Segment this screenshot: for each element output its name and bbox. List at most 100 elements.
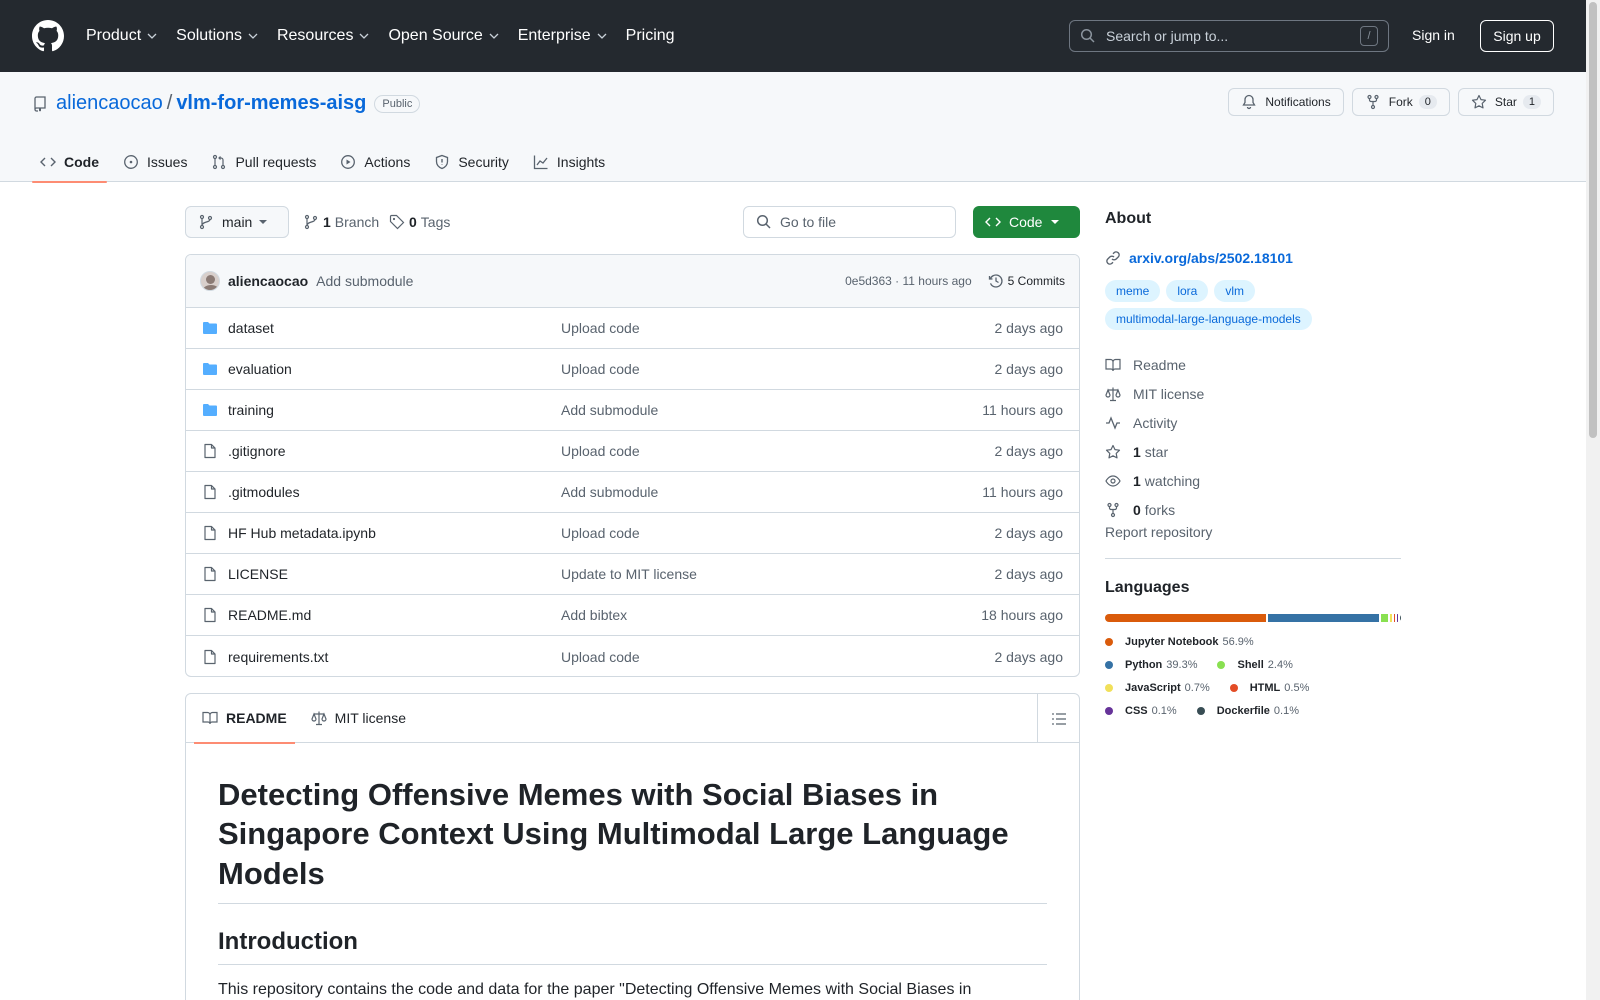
stars-link[interactable]: 1 star xyxy=(1105,437,1401,466)
file-row[interactable]: LICENSE Update to MIT license 2 days ago xyxy=(186,554,1079,595)
file-name-link[interactable]: HF Hub metadata.ipynb xyxy=(228,525,561,541)
license-link[interactable]: MIT license xyxy=(1105,379,1401,408)
go-to-file-input[interactable]: Go to file xyxy=(743,206,956,238)
github-logo-icon[interactable] xyxy=(32,20,64,52)
nav-product[interactable]: Product xyxy=(86,27,158,45)
file-name-link[interactable]: dataset xyxy=(228,320,561,336)
code-dropdown-button[interactable]: Code xyxy=(973,206,1080,238)
fork-button[interactable]: Fork 0 xyxy=(1351,88,1450,116)
activity-link[interactable]: Activity xyxy=(1105,408,1401,437)
scrollbar-thumb[interactable] xyxy=(1589,2,1597,438)
tab-security[interactable]: Security xyxy=(426,142,517,182)
nav-enterprise[interactable]: Enterprise xyxy=(518,27,608,45)
topic-tag[interactable]: vlm xyxy=(1214,280,1256,302)
law-icon xyxy=(1105,387,1121,401)
nav-pricing[interactable]: Pricing xyxy=(626,27,675,45)
sign-in-link[interactable]: Sign in xyxy=(1412,27,1455,43)
tab-actions[interactable]: Actions xyxy=(332,142,418,182)
code-button-label: Code xyxy=(1009,214,1043,230)
nav-resources[interactable]: Resources xyxy=(277,27,370,45)
nav-open-source[interactable]: Open Source xyxy=(388,27,499,45)
readme-link[interactable]: Readme xyxy=(1105,350,1401,379)
file-commit-time: 2 days ago xyxy=(994,648,1064,665)
watchers-link[interactable]: 1 watching xyxy=(1105,466,1401,495)
commit-author-link[interactable]: aliencaocao xyxy=(228,273,308,289)
homepage-link[interactable]: arxiv.org/abs/2502.18101 xyxy=(1105,250,1401,266)
tab-insights[interactable]: Insights xyxy=(525,142,613,182)
language-name: HTML xyxy=(1249,681,1281,694)
shield-icon xyxy=(436,154,449,170)
language-item[interactable]: Jupyter Notebook 56.9% xyxy=(1105,630,1385,653)
page-scrollbar[interactable] xyxy=(1586,0,1600,1000)
file-row[interactable]: evaluation Upload code 2 days ago xyxy=(186,349,1079,390)
forks-link[interactable]: 0 forks xyxy=(1105,495,1401,524)
topic-tag[interactable]: meme xyxy=(1105,280,1161,302)
file-icon xyxy=(202,525,218,541)
commits-history-link[interactable]: 5 Commits xyxy=(988,273,1065,289)
topic-tag[interactable]: lora xyxy=(1166,280,1209,302)
repo-owner-link[interactable]: aliencaocao xyxy=(56,92,163,115)
tab-issues[interactable]: Issues xyxy=(115,142,195,182)
file-name-link[interactable]: requirements.txt xyxy=(228,649,561,665)
branch-selector[interactable]: main xyxy=(185,206,289,238)
commit-hash-time[interactable]: 0e5d363 · 11 hours ago xyxy=(845,274,972,288)
file-name-link[interactable]: evaluation xyxy=(228,361,561,377)
file-row[interactable]: README.md Add bibtex 18 hours ago xyxy=(186,595,1079,636)
topic-tag[interactable]: multimodal-large-language-models xyxy=(1105,308,1312,330)
language-item[interactable]: Python 39.3% xyxy=(1105,653,1197,676)
tab-readme[interactable]: README xyxy=(194,694,295,744)
file-name-link[interactable]: LICENSE xyxy=(228,566,561,582)
file-commit-message-link[interactable]: Add bibtex xyxy=(561,607,981,623)
language-item[interactable]: CSS 0.1% xyxy=(1105,699,1177,722)
search-input[interactable]: Search or jump to... / xyxy=(1069,20,1389,52)
file-row[interactable]: requirements.txt Upload code 2 days ago xyxy=(186,636,1079,676)
about-stats: Readme MIT license Activity 1 star 1 wat… xyxy=(1105,350,1401,541)
file-name-link[interactable]: .gitmodules xyxy=(228,484,561,500)
table-of-contents-button[interactable] xyxy=(1037,694,1079,743)
file-row[interactable]: .gitignore Upload code 2 days ago xyxy=(186,431,1079,472)
language-color-dot xyxy=(1105,637,1113,646)
file-commit-message-link[interactable]: Upload code xyxy=(561,525,995,541)
file-commit-message-link[interactable]: Upload code xyxy=(561,649,995,665)
tab-code[interactable]: Code xyxy=(32,142,107,183)
file-commit-message-link[interactable]: Upload code xyxy=(561,443,995,459)
file-commit-message-link[interactable]: Upload code xyxy=(561,361,995,377)
language-item[interactable]: Dockerfile 0.1% xyxy=(1196,699,1299,722)
sign-up-button[interactable]: Sign up xyxy=(1480,20,1554,52)
repo-name-link[interactable]: vlm-for-memes-aisg xyxy=(176,92,366,115)
language-item[interactable]: JavaScript 0.7% xyxy=(1105,676,1210,699)
tab-pull-requests[interactable]: Pull requests xyxy=(203,142,324,182)
language-color-dot xyxy=(1196,706,1205,715)
go-to-file-placeholder: Go to file xyxy=(780,214,837,230)
commit-message-link[interactable]: Add submodule xyxy=(316,273,413,289)
file-icon xyxy=(202,566,218,582)
star-button[interactable]: Star 1 xyxy=(1457,88,1554,116)
file-commit-message-link[interactable]: Upload code xyxy=(561,320,995,336)
code-icon xyxy=(985,217,1001,227)
file-row[interactable]: .gitmodules Add submodule 11 hours ago xyxy=(186,472,1079,513)
notifications-button[interactable]: Notifications xyxy=(1228,88,1344,116)
file-commit-message-link[interactable]: Add submodule xyxy=(561,402,982,418)
file-commit-message-link[interactable]: Update to MIT license xyxy=(561,566,995,582)
file-name-link[interactable]: README.md xyxy=(228,607,561,623)
file-name-link[interactable]: training xyxy=(228,402,561,418)
language-item[interactable]: HTML 0.5% xyxy=(1229,676,1309,699)
avatar[interactable] xyxy=(200,271,220,291)
tab-readme-label: README xyxy=(226,710,287,726)
nav-solutions[interactable]: Solutions xyxy=(176,27,259,45)
report-repository-link[interactable]: Report repository xyxy=(1105,524,1212,540)
tags-link[interactable]: 0 Tags xyxy=(389,214,450,230)
language-color-dot xyxy=(1105,683,1113,692)
repo-icon xyxy=(34,95,46,112)
file-commit-message-link[interactable]: Add submodule xyxy=(561,484,982,500)
file-row[interactable]: HF Hub metadata.ipynb Upload code 2 days a… xyxy=(186,513,1079,554)
file-row[interactable]: dataset Upload code 2 days ago xyxy=(186,308,1079,349)
homepage-link-text: arxiv.org/abs/2502.18101 xyxy=(1129,250,1293,266)
language-item[interactable]: Shell 2.4% xyxy=(1217,653,1293,676)
file-row[interactable]: training Add submodule 11 hours ago xyxy=(186,390,1079,431)
branches-link[interactable]: 1 Branch xyxy=(303,214,379,230)
file-commit-time: 2 days ago xyxy=(994,320,1064,336)
file-name-link[interactable]: .gitignore xyxy=(228,443,561,459)
global-header: Product Solutions Resources Open Source … xyxy=(0,0,1600,72)
tab-license[interactable]: MIT license xyxy=(311,694,406,743)
